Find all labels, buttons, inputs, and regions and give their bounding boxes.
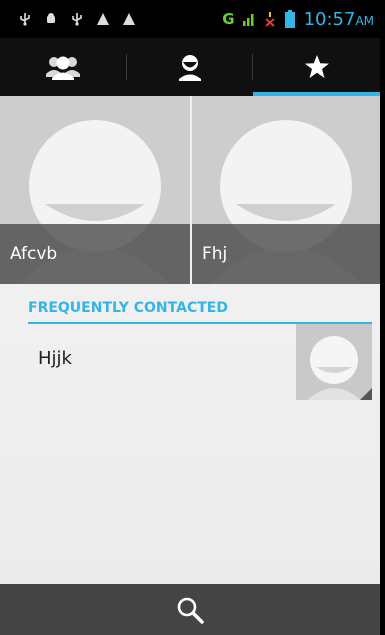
network-type: G (222, 10, 234, 28)
list-item[interactable]: Hjjk (28, 324, 372, 400)
contact-name: Hjjk (38, 348, 72, 369)
usb-icon (20, 13, 30, 26)
system-icons: G 10:57AM (222, 9, 374, 30)
contact-icon (179, 55, 201, 81)
favorites-content: Afcvb Fhj FREQUENTLY CONTACTED Hjjk (0, 96, 380, 584)
contact-name: Fhj (202, 244, 228, 264)
contact-name: Afcvb (10, 244, 58, 264)
contact-name-bar: Afcvb (0, 224, 190, 284)
warning-icon (123, 13, 135, 25)
battery-icon (284, 10, 295, 28)
starred-contacts-grid: Afcvb Fhj (0, 96, 380, 284)
bottom-action-bar (0, 584, 380, 635)
tab-favorites[interactable] (253, 38, 381, 96)
tab-bar (0, 38, 381, 96)
section-header: FREQUENTLY CONTACTED (28, 300, 228, 316)
no-sim-icon (264, 12, 275, 27)
status-bar: G 10:57AM (0, 0, 380, 38)
phone-screen: G 10:57AM Afcvb Fhj FREQUENTLY CONTACTED… (0, 0, 385, 635)
warning-icon (97, 13, 109, 25)
usb-icon (72, 13, 82, 26)
screen-edge (380, 0, 385, 635)
starred-contact-tile[interactable]: Afcvb (0, 96, 190, 284)
notification-icons (18, 12, 136, 26)
tab-groups[interactable] (0, 38, 127, 96)
android-debug-icon (47, 13, 55, 23)
star-icon (304, 55, 329, 78)
search-icon[interactable] (175, 595, 205, 625)
signal-icon (242, 14, 254, 26)
clock: 10:57AM (303, 8, 374, 30)
tab-contacts[interactable] (127, 38, 254, 96)
default-contact-photo (307, 336, 372, 400)
starred-contact-tile[interactable]: Fhj (190, 96, 380, 284)
groups-icon (46, 56, 81, 80)
quick-contact-badge[interactable] (296, 324, 372, 400)
contact-name-bar: Fhj (192, 224, 380, 284)
